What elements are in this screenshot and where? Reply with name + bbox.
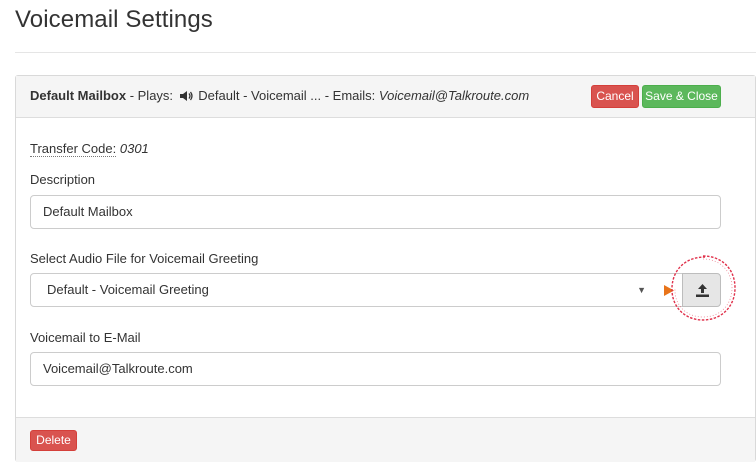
transfer-code-value: 0301 [119,141,149,156]
greeting-name: Default - Voicemail ... [194,88,322,103]
panel-footer: Delete [16,417,755,462]
title-divider [15,52,756,53]
annotation-circle [671,255,736,321]
mailbox-summary: Default Mailbox - Plays: Default - Voice… [30,88,529,105]
panel-header: Default Mailbox - Plays: Default - Voice… [16,76,755,118]
cancel-button[interactable]: Cancel [591,85,639,108]
speaker-icon [179,90,193,105]
page-title: Voicemail Settings [15,6,213,33]
delete-button[interactable]: Delete [30,430,77,451]
plays-label: - Plays: [126,88,177,103]
mailbox-name: Default Mailbox [30,88,127,103]
audio-file-label: Select Audio File for Voicemail Greeting [30,251,259,266]
transfer-code-label: Transfer Code: [30,141,117,157]
email-input[interactable]: Voicemail@Talkroute.com [30,352,721,386]
emails-label: - Emails: [321,88,379,103]
save-close-button[interactable]: Save & Close [642,85,721,108]
transfer-code: Transfer Code: 0301 [30,141,149,157]
email-label: Voicemail to E-Mail [30,330,141,345]
caret-down-icon: ▼ [637,285,646,295]
voicemail-panel: Default Mailbox - Plays: Default - Voice… [15,75,756,462]
audio-file-selected: Default - Voicemail Greeting [47,282,209,297]
description-input[interactable]: Default Mailbox [30,195,721,229]
description-label: Description [30,172,96,187]
summary-email: Voicemail@Talkroute.com [378,88,530,103]
audio-file-select[interactable]: Default - Voicemail Greeting ▼ [30,273,655,307]
